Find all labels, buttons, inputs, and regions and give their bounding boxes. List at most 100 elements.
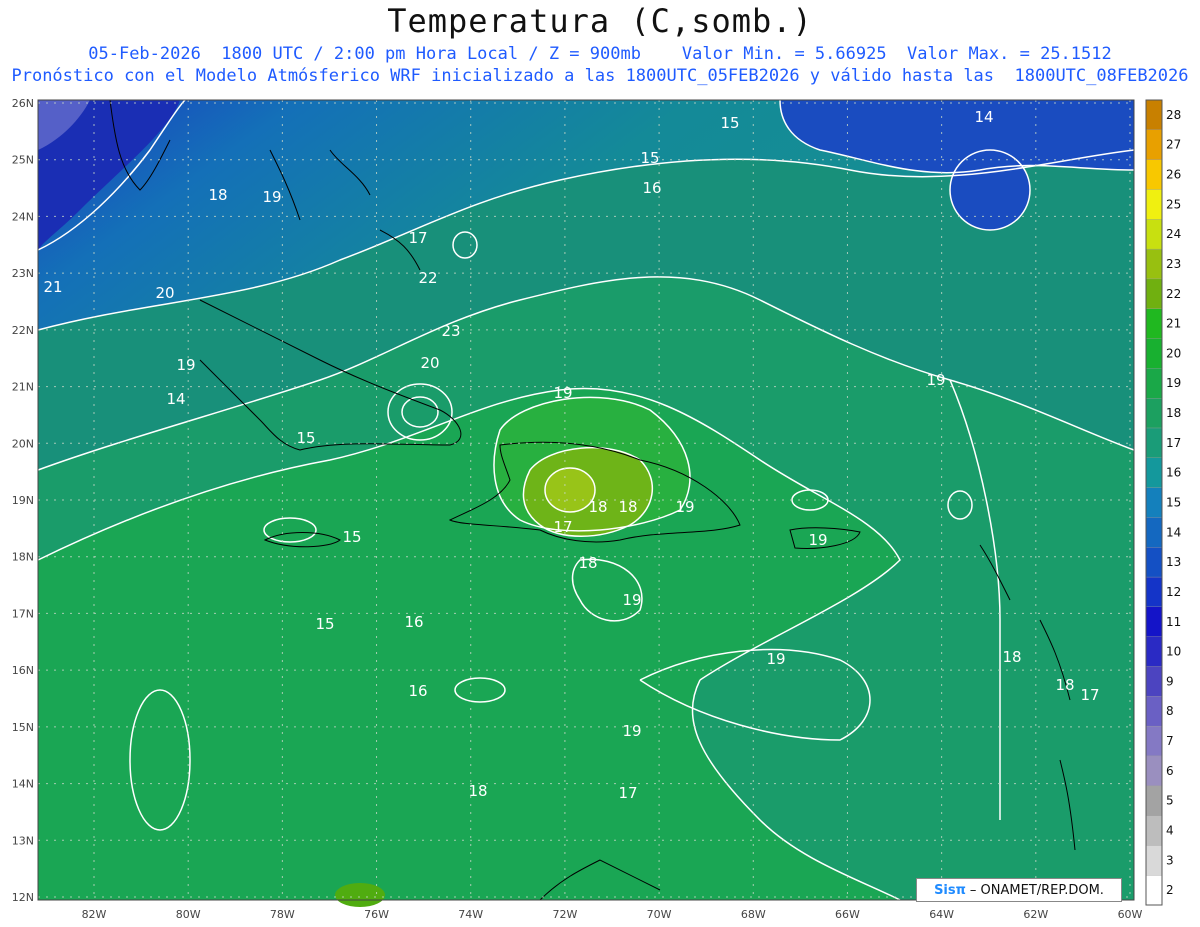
colorbar-label: 25	[1166, 197, 1181, 211]
subtitle-line-1: 05-Feb-2026 1800 UTC / 2:00 pm Hora Loca…	[88, 44, 1112, 64]
contour-value-label: 18	[618, 498, 637, 516]
colorbar-label: 24	[1166, 227, 1181, 241]
lon-label: 72W	[552, 908, 577, 921]
colorbar-swatch	[1145, 159, 1163, 190]
colorbar-swatch	[1145, 129, 1163, 160]
contour-value-label: 17	[1080, 686, 1099, 704]
colorbar-label: 28	[1166, 108, 1181, 122]
map-area	[38, 100, 1134, 907]
contour-value-label: 16	[642, 179, 661, 197]
colorbar-swatch	[1145, 397, 1163, 429]
contour-value-label: 19	[766, 650, 785, 668]
colorbar-swatch	[1145, 338, 1163, 369]
lat-label: 18N	[12, 551, 34, 564]
colorbar-swatch	[1145, 636, 1163, 667]
colorbar-label: 16	[1166, 466, 1181, 480]
lat-label: 20N	[12, 437, 34, 450]
colorbar-swatch	[1145, 666, 1163, 697]
colorbar-swatch	[1145, 99, 1163, 130]
colorbar-swatch	[1145, 547, 1163, 578]
contour-value-label: 20	[155, 284, 174, 302]
contour-value-label: 19	[262, 188, 281, 206]
colorbar-label: 20	[1166, 346, 1181, 360]
colorbar-label: 5	[1166, 794, 1174, 808]
colorbar-label: 15	[1166, 496, 1181, 510]
contour-value-label: 17	[618, 784, 637, 802]
contour-value-label: 18	[1055, 676, 1074, 694]
contour-value-label: 18	[1002, 648, 1021, 666]
contour-value-label: 19	[553, 384, 572, 402]
lon-label: 68W	[741, 908, 766, 921]
lat-label: 13N	[12, 834, 34, 847]
longitude-axis: 82W 80W 78W 76W 74W 72W 70W 68W 66W 64W 62W 60W	[82, 908, 1143, 921]
lat-label: 26N	[12, 97, 34, 110]
contour-value-label: 16	[404, 613, 423, 631]
colorbar-swatch	[1145, 845, 1163, 876]
colorbar-label: 14	[1166, 525, 1181, 539]
lon-label: 76W	[364, 908, 389, 921]
colorbar-label: 21	[1166, 317, 1181, 331]
lon-label: 74W	[458, 908, 483, 921]
lat-label: 19N	[12, 494, 34, 507]
lat-label: 24N	[12, 210, 34, 223]
field-21-south	[335, 883, 385, 907]
colorbar-label: 9	[1166, 674, 1174, 688]
colorbar-label: 26	[1166, 168, 1181, 182]
colorbar: 2345678910111213141516171819202122232425…	[1145, 99, 1181, 906]
colorbar-swatch	[1145, 457, 1163, 488]
colorbar-swatch	[1145, 219, 1163, 250]
colorbar-swatch	[1145, 517, 1163, 548]
colorbar-label: 11	[1166, 615, 1181, 629]
contour-value-label: 22	[418, 269, 437, 287]
colorbar-label: 27	[1166, 138, 1181, 152]
contour-value-label: 19	[622, 722, 641, 740]
colorbar-swatch	[1145, 815, 1163, 846]
lon-label: 80W	[176, 908, 201, 921]
lon-label: 62W	[1023, 908, 1048, 921]
colorbar-swatch	[1145, 696, 1163, 727]
contour-value-label: 18	[208, 186, 227, 204]
lat-label: 15N	[12, 721, 34, 734]
colorbar-swatch	[1145, 368, 1163, 399]
lat-label: 23N	[12, 267, 34, 280]
colorbar-swatch	[1145, 576, 1163, 608]
contour-value-label: 15	[342, 528, 361, 546]
colorbar-swatch	[1145, 487, 1163, 518]
lat-label: 25N	[12, 154, 34, 167]
colorbar-label: 12	[1166, 585, 1181, 599]
contour-value-label: 18	[578, 554, 597, 572]
credit-box: Sisπ – ONAMET/REP.DOM.	[916, 878, 1122, 902]
colorbar-swatch	[1145, 278, 1163, 309]
lon-label: 70W	[647, 908, 672, 921]
latitude-axis: 26N 25N 24N 23N 22N 21N 20N 19N 18N 17N 16N 15N 14N 1…	[12, 97, 34, 904]
colorbar-swatch	[1145, 606, 1163, 637]
lat-label: 22N	[12, 324, 34, 337]
contour-value-label: 15	[296, 429, 315, 447]
contour-value-label: 15	[720, 114, 739, 132]
contour-value-label: 21	[43, 278, 62, 296]
credit-brand: Sisπ	[934, 882, 966, 898]
contour-value-label: 17	[408, 229, 427, 247]
colorbar-label: 4	[1166, 823, 1174, 837]
colorbar-label: 22	[1166, 287, 1181, 301]
credit-text: – ONAMET/REP.DOM.	[969, 882, 1104, 898]
colorbar-label: 10	[1166, 645, 1181, 659]
colorbar-label: 13	[1166, 555, 1181, 569]
colorbar-swatch	[1145, 725, 1163, 757]
contour-value-label: 19	[926, 371, 945, 389]
colorbar-label: 2	[1166, 883, 1174, 897]
page-title: Temperatura (C,somb.)	[387, 2, 813, 40]
lon-label: 60W	[1118, 908, 1143, 921]
lat-label: 14N	[12, 778, 34, 791]
contour-value-label: 17	[553, 518, 572, 536]
contour-value-label: 20	[420, 354, 439, 372]
colorbar-swatch	[1145, 427, 1163, 458]
colorbar-label: 19	[1166, 376, 1181, 390]
lon-label: 78W	[270, 908, 295, 921]
lon-label: 64W	[929, 908, 954, 921]
colorbar-label: 8	[1166, 704, 1174, 718]
contour-value-label: 19	[675, 498, 694, 516]
colorbar-label: 3	[1166, 853, 1174, 867]
contour-value-label: 15	[315, 615, 334, 633]
contour-value-label: 23	[441, 322, 460, 340]
